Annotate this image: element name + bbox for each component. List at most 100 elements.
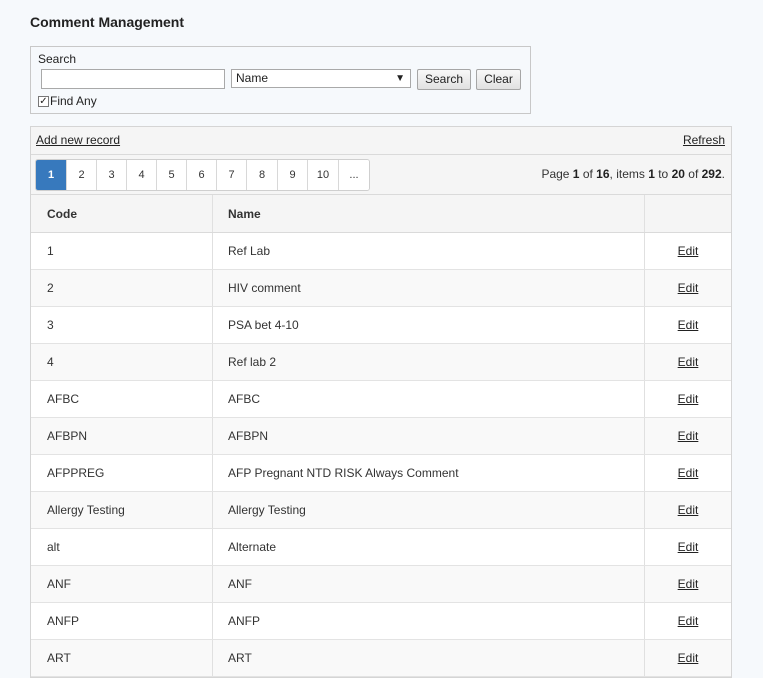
cell-code: 2 — [31, 270, 213, 306]
edit-link[interactable]: Edit — [678, 540, 699, 554]
pager-page-1[interactable]: 1 — [36, 160, 67, 190]
clear-button[interactable]: Clear — [476, 69, 521, 90]
pager-item-to: 20 — [671, 167, 685, 181]
cell-name: Ref Lab — [213, 233, 645, 269]
search-field-select[interactable]: Name ▼ — [231, 69, 411, 88]
cell-actions: Edit — [645, 418, 731, 454]
cell-actions: Edit — [645, 566, 731, 602]
table-row: 1 Ref Lab Edit — [31, 233, 731, 270]
cell-code: Allergy Testing — [31, 492, 213, 528]
pager-page-9[interactable]: 9 — [278, 160, 308, 190]
pager-info-text-1: Page — [541, 167, 573, 181]
cell-actions: Edit — [645, 455, 731, 491]
cell-name: HIV comment — [213, 270, 645, 306]
cell-code: 3 — [31, 307, 213, 343]
table-row: AFBC AFBC Edit — [31, 381, 731, 418]
pager-info-text-3: , items — [609, 167, 649, 181]
grid-toolbar: Add new record Refresh — [31, 127, 731, 155]
cell-name: Allergy Testing — [213, 492, 645, 528]
cell-name: ART — [213, 640, 645, 676]
pager-info: Page 1 of 16, items 1 to 20 of 292. — [541, 167, 725, 181]
table-row: 4 Ref lab 2 Edit — [31, 344, 731, 381]
edit-link[interactable]: Edit — [678, 466, 699, 480]
pager-page-5[interactable]: 5 — [157, 160, 187, 190]
comment-grid: Add new record Refresh 1 2 3 4 5 6 7 8 9 10... Pa… — [30, 126, 732, 678]
pager-item-from: 1 — [648, 167, 655, 181]
cell-code: ART — [31, 640, 213, 676]
cell-name: ANF — [213, 566, 645, 602]
edit-link[interactable]: Edit — [678, 577, 699, 591]
cell-actions: Edit — [645, 307, 731, 343]
find-any-checkbox[interactable]: ✓ — [38, 95, 49, 107]
add-new-record-link[interactable]: Add new record — [36, 133, 120, 147]
edit-link[interactable]: Edit — [678, 318, 699, 332]
pager-page-4[interactable]: 4 — [127, 160, 157, 190]
edit-link[interactable]: Edit — [678, 355, 699, 369]
edit-link[interactable]: Edit — [678, 503, 699, 517]
pager-item-total: 292 — [701, 167, 722, 181]
edit-link[interactable]: Edit — [678, 429, 699, 443]
pager-page-8[interactable]: 8 — [247, 160, 278, 190]
cell-code: AFPPREG — [31, 455, 213, 491]
cell-code: 4 — [31, 344, 213, 380]
cell-code: ANF — [31, 566, 213, 602]
cell-actions: Edit — [645, 492, 731, 528]
cell-name: AFBPN — [213, 418, 645, 454]
table-row: alt Alternate Edit — [31, 529, 731, 566]
edit-link[interactable]: Edit — [678, 244, 699, 258]
column-header-code[interactable]: Code — [31, 195, 213, 232]
table-row: 2 HIV comment Edit — [31, 270, 731, 307]
cell-name: Ref lab 2 — [213, 344, 645, 380]
pager-info-text-5: of — [684, 167, 702, 181]
pager-info-text-4: to — [654, 167, 672, 181]
table-row: ART ART Edit — [31, 640, 731, 677]
cell-actions: Edit — [645, 603, 731, 639]
table-row: ANFP ANFP Edit — [31, 603, 731, 640]
edit-link[interactable]: Edit — [678, 651, 699, 665]
cell-name: PSA bet 4-10 — [213, 307, 645, 343]
cell-name: ANFP — [213, 603, 645, 639]
table-header: Code Name — [31, 195, 731, 233]
search-panel: Search Name ▼ Search Clear ✓ Find Any — [30, 46, 531, 114]
cell-actions: Edit — [645, 381, 731, 417]
table-row: ANF ANF Edit — [31, 566, 731, 603]
pager-page-10[interactable]: 10 — [308, 160, 339, 190]
find-any-label: Find Any — [50, 94, 97, 108]
pager-page-2[interactable]: 2 — [67, 160, 97, 190]
edit-link[interactable]: Edit — [678, 281, 699, 295]
search-button[interactable]: Search — [417, 69, 471, 90]
cell-code: AFBPN — [31, 418, 213, 454]
pager-page-7[interactable]: 7 — [217, 160, 247, 190]
pager-page-6[interactable]: 6 — [187, 160, 217, 190]
cell-actions: Edit — [645, 640, 731, 676]
table-row: 3 PSA bet 4-10 Edit — [31, 307, 731, 344]
cell-code: AFBC — [31, 381, 213, 417]
edit-link[interactable]: Edit — [678, 614, 699, 628]
pager-info-text-6: . — [721, 167, 725, 181]
cell-code: alt — [31, 529, 213, 565]
pager-info-text-2: of — [579, 167, 597, 181]
cell-code: 1 — [31, 233, 213, 269]
edit-link[interactable]: Edit — [678, 392, 699, 406]
pager: 1 2 3 4 5 6 7 8 9 10... Page 1 of 16, items 1 to … — [31, 155, 731, 195]
table-row: Allergy Testing Allergy Testing Edit — [31, 492, 731, 529]
search-label: Search — [38, 52, 77, 66]
pager-pages: 1 2 3 4 5 6 7 8 9 10... — [35, 159, 370, 191]
pager-page-count: 16 — [596, 167, 610, 181]
column-header-name[interactable]: Name — [213, 195, 645, 232]
table-row: AFBPN AFBPN Edit — [31, 418, 731, 455]
cell-actions: Edit — [645, 529, 731, 565]
search-input[interactable] — [41, 69, 225, 89]
table-row: AFPPREG AFP Pregnant NTD RISK Always Comm… — [31, 455, 731, 492]
cell-actions: Edit — [645, 233, 731, 269]
page-title: Comment Management — [30, 14, 185, 30]
chevron-down-icon: ▼ — [395, 73, 405, 84]
find-any-option[interactable]: ✓ Find Any — [38, 94, 97, 108]
cell-actions: Edit — [645, 270, 731, 306]
cell-name: Alternate — [213, 529, 645, 565]
refresh-link[interactable]: Refresh — [683, 133, 725, 147]
cell-name: AFP Pregnant NTD RISK Always Comment — [213, 455, 645, 491]
cell-code: ANFP — [31, 603, 213, 639]
pager-page-3[interactable]: 3 — [97, 160, 127, 190]
pager-more[interactable]: ... — [339, 160, 369, 190]
